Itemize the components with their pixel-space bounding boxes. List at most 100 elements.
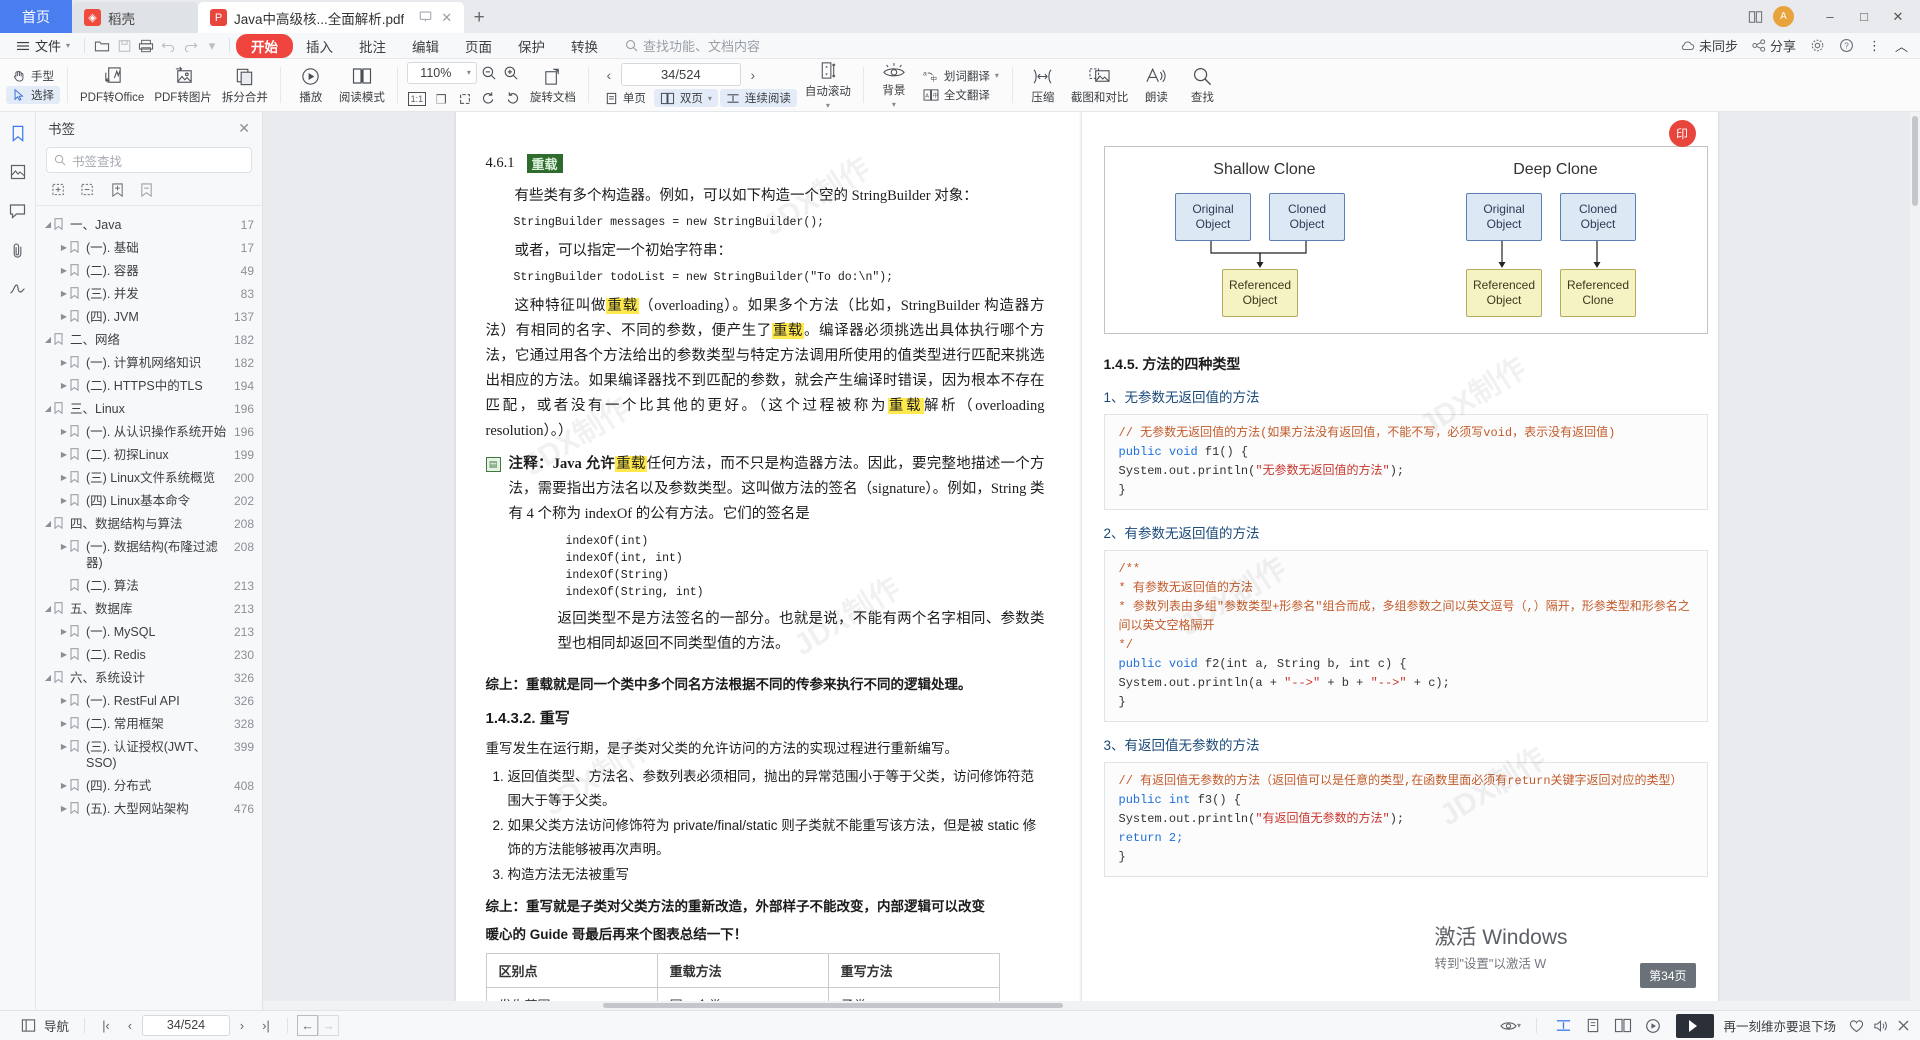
chevron-down-icon[interactable]: ◢ [42, 401, 54, 413]
maximize-button[interactable]: □ [1848, 3, 1880, 31]
remove-bookmark-icon[interactable] [137, 181, 155, 199]
avatar[interactable]: A [1773, 6, 1794, 27]
view-mode-eye-icon[interactable]: ▾ [1497, 1015, 1523, 1037]
rotate-left-button[interactable] [479, 88, 499, 110]
bookmark-item[interactable]: ◢ 三、Linux 196 [36, 397, 262, 420]
rotate-document-button[interactable]: 旋转文档 [525, 61, 581, 110]
split-merge-button[interactable]: 拆分合并 [217, 61, 273, 110]
chevron-right-icon[interactable]: ▶ [58, 739, 70, 751]
read-mode-button[interactable]: 阅读模式 [334, 61, 390, 110]
search-box[interactable]: 查找功能、文档内容 [625, 36, 760, 55]
help-icon[interactable]: ? [1839, 38, 1854, 53]
bookmark-item[interactable]: ▶ (一). 计算机网络知识 182 [36, 351, 262, 374]
bookmark-item[interactable]: ▶ (三). 认证授权(JWT、SSO) 399 [36, 735, 262, 774]
bookmark-item[interactable]: ▶ (二). Redis 230 [36, 643, 262, 666]
first-page-button[interactable]: |‹ [94, 1015, 118, 1037]
collapse-all-icon[interactable] [79, 181, 97, 199]
bookmark-item[interactable]: ▶ (二). HTTPS中的TLS 194 [36, 374, 262, 397]
page-right[interactable]: JDX制作 JDX制作 JDX制作 JDX制作 Shallow Clone De… [1080, 112, 1718, 1010]
pdf-to-office-button[interactable]: PDF转Office [75, 61, 149, 110]
page-number-input[interactable]: 34/524 [620, 63, 741, 86]
save-icon[interactable] [113, 36, 135, 56]
undo-icon[interactable] [157, 36, 179, 56]
bookmark-item[interactable]: ◢ 二、网络 182 [36, 328, 262, 351]
rail-bookmark-icon[interactable] [5, 120, 31, 146]
previous-page-button[interactable]: ‹ [118, 1015, 142, 1037]
rail-attachment-icon[interactable] [5, 237, 31, 263]
next-page-button[interactable]: › [230, 1015, 254, 1037]
bookmark-item[interactable]: ▶ (一). 从认识操作系统开始 196 [36, 420, 262, 443]
chevron-right-icon[interactable]: ▶ [58, 470, 70, 482]
chevron-right-icon[interactable]: ▶ [58, 493, 70, 505]
chevron-right-icon[interactable]: ▶ [58, 424, 70, 436]
more-options-icon[interactable]: ⋮ [1868, 38, 1881, 54]
page-left[interactable]: JDX制作 JDX制作 JDX制作 JDX制作 4.6.1 重载 有些类有多个构… [455, 112, 1081, 1010]
close-button[interactable]: ✕ [1882, 3, 1914, 31]
chevron-right-icon[interactable]: ▶ [58, 263, 70, 275]
chevron-down-icon[interactable]: ◢ [42, 601, 54, 613]
word-translate-button[interactable]: a中 划词翻译 ▾ [917, 67, 1005, 85]
chevron-right-icon[interactable]: ▶ [58, 716, 70, 728]
bookmark-item[interactable]: ▶ (二). 容器 49 [36, 259, 262, 282]
bookmark-item[interactable]: ▶ (三). 并发 83 [36, 282, 262, 305]
close-panel-icon[interactable]: ✕ [238, 120, 250, 137]
bookmark-item[interactable]: ▶ (二). 常用框架 328 [36, 712, 262, 735]
bookmark-item[interactable]: ◢ 五、数据库 213 [36, 597, 262, 620]
rail-comment-icon[interactable] [5, 198, 31, 224]
tab-cloud[interactable]: ◈ 稻壳 [72, 2, 198, 33]
vertical-scrollbar-thumb[interactable] [1912, 116, 1918, 206]
tab-close-icon[interactable]: ✕ [441, 10, 452, 26]
chevron-right-icon[interactable]: ▶ [58, 624, 70, 636]
tab-home[interactable]: 首页 [0, 0, 72, 33]
chevron-right-icon[interactable]: ▶ [58, 778, 70, 790]
chevron-right-icon[interactable]: ▶ [58, 355, 70, 367]
expand-all-icon[interactable] [50, 181, 68, 199]
play-button[interactable]: 播放 [288, 61, 334, 110]
ribbon-tab-comment[interactable]: 批注 [346, 34, 399, 58]
continuous-view-button[interactable] [1550, 1015, 1576, 1037]
chevron-down-icon[interactable]: ◢ [42, 332, 54, 344]
tab-present-icon[interactable] [419, 10, 432, 26]
bookmark-item[interactable]: ▶ (四). 分布式 408 [36, 774, 262, 797]
ribbon-tab-start[interactable]: 开始 [236, 33, 294, 58]
tabbar-layout-icon[interactable] [1748, 10, 1763, 24]
vertical-scrollbar[interactable] [1910, 112, 1920, 1010]
bookmark-item[interactable]: ▶ (一). MySQL 213 [36, 620, 262, 643]
actual-size-button[interactable]: 1:1 [407, 88, 427, 110]
ribbon-tab-page[interactable]: 页面 [452, 34, 505, 58]
open-folder-icon[interactable] [91, 36, 113, 56]
bookmark-item[interactable]: ◢ 一、Java 17 [36, 213, 262, 236]
zoom-level-select[interactable]: 110% ▾ [406, 61, 477, 84]
bookmark-search-input[interactable]: 书签查找 [46, 147, 252, 173]
bookmark-item[interactable]: ▶ (三) Linux文件系统概览 200 [36, 466, 262, 489]
rail-signature-icon[interactable] [5, 276, 31, 302]
status-page-input[interactable]: 34/524 [142, 1015, 231, 1036]
bookmark-item[interactable]: ▶ (一). 数据结构(布隆过滤器) 208 [36, 535, 262, 574]
tab-document[interactable]: P Java中高级核...全面解析.pdf ✕ [198, 2, 465, 33]
chevron-right-icon[interactable]: ▶ [58, 801, 70, 813]
sync-status[interactable]: 未同步 [1680, 36, 1738, 55]
zoom-in-button[interactable] [501, 62, 521, 84]
minimize-button[interactable]: – [1814, 3, 1846, 31]
new-tab-button[interactable]: + [464, 2, 494, 33]
single-page-button[interactable]: 单页 [599, 89, 652, 107]
fit-width-button[interactable] [431, 88, 451, 110]
navigation-toggle[interactable]: 导航 [10, 1015, 75, 1037]
bookmark-item[interactable]: ◢ 四、数据结构与算法 208 [36, 512, 262, 535]
bookmark-item[interactable]: ▶ (四) Linux基本命令 202 [36, 489, 262, 512]
horizontal-scrollbar[interactable] [263, 1001, 1920, 1010]
bookmark-tree[interactable]: ◢ 一、Java 17 ▶ (一). 基础 17 ▶ (二). 容器 49 ▶ (三). 并发 83 ▶… [36, 206, 262, 1010]
chevron-down-icon[interactable]: ◢ [42, 516, 54, 528]
go-back-button[interactable]: ← [297, 1015, 319, 1036]
chevron-right-icon[interactable]: ▶ [58, 447, 70, 459]
screenshot-compare-button[interactable]: 截图和对比 [1066, 61, 1134, 110]
chevron-right-icon[interactable]: ▶ [58, 286, 70, 298]
ribbon-tab-convert[interactable]: 转换 [558, 34, 611, 58]
bookmark-item[interactable]: ▶ (四). JVM 137 [36, 305, 262, 328]
go-forward-button[interactable]: → [318, 1015, 340, 1036]
previous-page-button[interactable]: ‹ [599, 64, 619, 86]
ribbon-tab-edit[interactable]: 编辑 [399, 34, 452, 58]
promo-volume-icon[interactable] [1873, 1019, 1888, 1033]
chevron-right-icon[interactable]: ▶ [58, 378, 70, 390]
bookmark-item[interactable]: ▶ (一). 基础 17 [36, 236, 262, 259]
